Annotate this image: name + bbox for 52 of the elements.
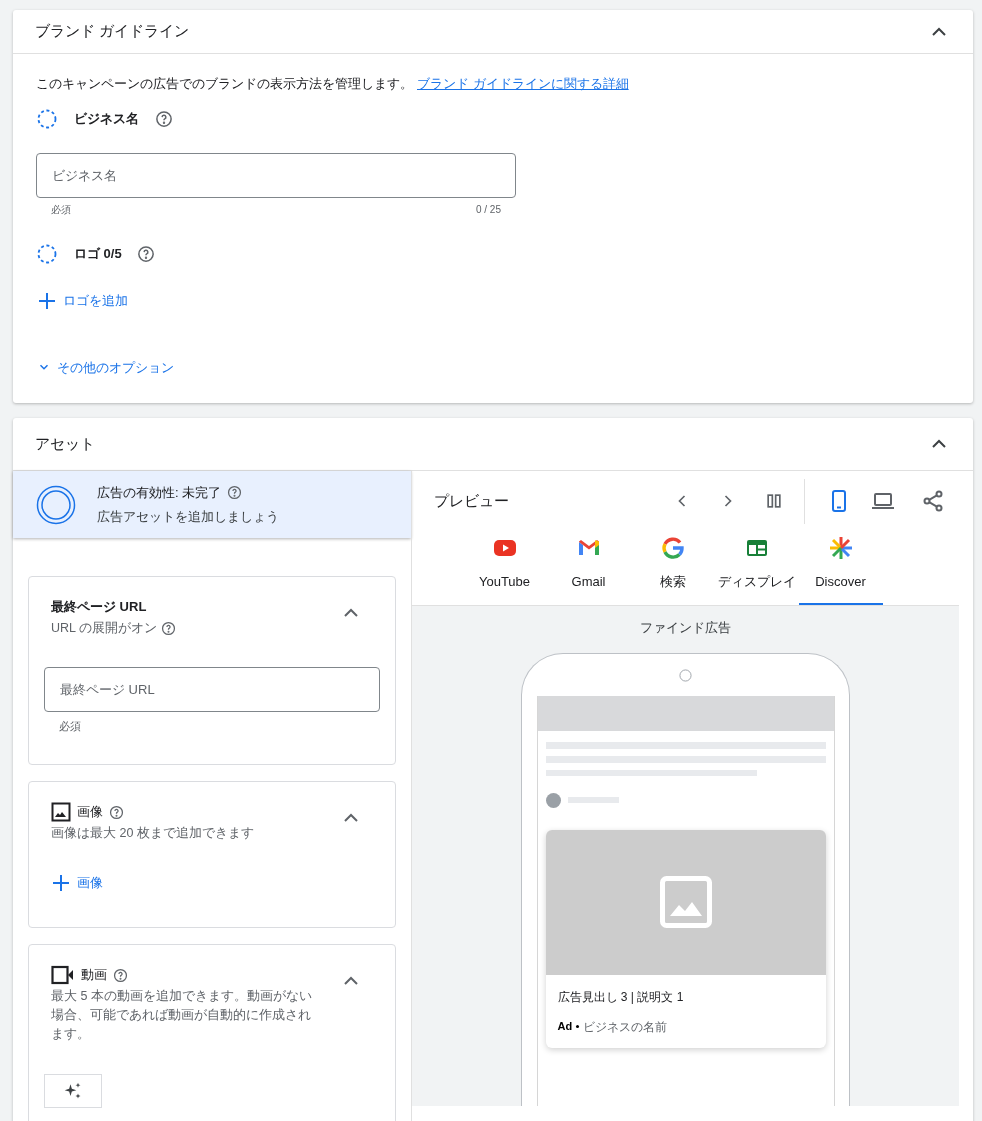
- business-name-text: ビジネスの名前: [583, 1018, 668, 1036]
- hint-text: 必須: [51, 202, 71, 217]
- image-icon: [51, 802, 71, 822]
- character-counter: 0 / 25: [475, 202, 501, 217]
- section-description: URL の展開がオン: [51, 619, 157, 637]
- add-logo-button[interactable]: ロゴを追加: [37, 290, 128, 311]
- card-title: アセット: [35, 433, 95, 454]
- channel-tab[interactable]: ディスプレイ: [714, 531, 799, 605]
- ad-headline: 広告見出し 3 | 説明文 1: [557, 988, 685, 1006]
- help-icon[interactable]: [113, 967, 128, 983]
- field-label: ロゴ 0/5: [74, 244, 122, 263]
- url-input-field[interactable]: 最終ページ URL: [44, 666, 380, 712]
- pause-icon: [764, 491, 784, 511]
- ad-format-label: ファインド広告: [640, 619, 731, 637]
- channel-tab[interactable]: YouTube: [462, 531, 547, 605]
- help-icon[interactable]: [155, 109, 173, 128]
- share-icon: [921, 489, 945, 513]
- channel-tab[interactable]: 検索: [630, 531, 715, 605]
- help-icon[interactable]: [161, 620, 176, 636]
- channel-tab[interactable]: Gmail: [546, 531, 631, 605]
- ad-strength-label: 広告の有効性: 未完了: [97, 483, 222, 502]
- field-label: ビジネス名: [74, 109, 139, 128]
- description-text: このキャンペーンの広告でのブランドの表示方法を管理します。 ブランド ガイドラインに関する詳細: [36, 75, 630, 93]
- section-title: 画像: [77, 803, 103, 822]
- preview-title: プレビュー: [434, 490, 510, 511]
- video-camera-icon: [51, 965, 75, 985]
- sparkle-button[interactable]: [44, 1074, 102, 1108]
- dashed-circle-icon: [37, 108, 57, 129]
- section-title: 最終ページ URL: [51, 598, 147, 616]
- more-options-button[interactable]: その他のオプション: [37, 357, 174, 377]
- g-icon: [660, 536, 685, 560]
- card-title: ブランド ガイドライン: [35, 21, 190, 42]
- avatar-placeholder: [545, 792, 561, 808]
- plus-icon: [51, 873, 71, 893]
- section-description: 画像は最大 20 枚まで追加できます: [51, 825, 254, 842]
- section-description: 最大 5 本の動画を追加できます。動画がない場合、可能であれば動画が自動的に作成されます。: [51, 988, 313, 1043]
- business-name-input-field[interactable]: ビジネス名: [36, 152, 516, 198]
- section-title: 動画: [81, 966, 107, 985]
- learn-more-link[interactable]: ブランド ガイドラインに関する詳細: [417, 76, 629, 91]
- dashed-circle-icon: [37, 243, 57, 264]
- help-icon[interactable]: [109, 804, 124, 820]
- ad-label: Ad: [557, 1019, 573, 1035]
- add-image-button[interactable]: 画像: [51, 873, 103, 893]
- help-icon[interactable]: [136, 244, 155, 263]
- hint-text: 必須: [58, 718, 82, 734]
- camera-icon: [679, 668, 692, 682]
- help-icon[interactable]: [227, 484, 243, 500]
- image-placeholder-icon: [659, 876, 712, 928]
- plus-icon: [37, 290, 57, 311]
- ring-icon: [36, 484, 76, 525]
- ad-strength-message: 広告アセットを追加しましょう: [97, 508, 279, 526]
- asterisk-icon: [828, 536, 853, 560]
